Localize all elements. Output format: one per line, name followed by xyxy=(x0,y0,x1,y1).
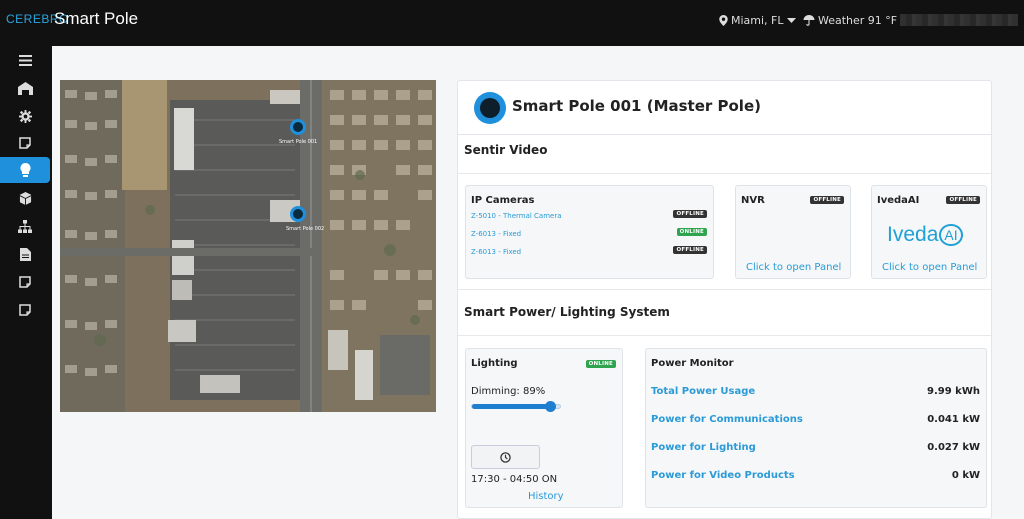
lightbulb-icon xyxy=(20,163,30,177)
status-badge: OFFLINE xyxy=(673,210,707,218)
nvr-card[interactable]: NVR OFFLINE Click to open Panel xyxy=(735,185,851,279)
network-icon xyxy=(18,219,32,233)
gear-icon xyxy=(18,109,32,123)
cube-icon xyxy=(19,191,31,205)
clock-icon xyxy=(500,451,511,463)
ivedaai-card[interactable]: IvedaAI OFFLINE Iveda AI Click to open P… xyxy=(871,185,987,279)
sidebar-item-settings[interactable] xyxy=(0,103,50,129)
open-panel-link[interactable]: Click to open Panel xyxy=(746,262,841,273)
schedule-button[interactable] xyxy=(471,445,540,469)
power-row-value: 9.99 kWh xyxy=(927,386,980,397)
map-pin-pole-1[interactable] xyxy=(290,119,306,135)
sidebar-item-devices[interactable] xyxy=(0,185,50,211)
app-title: Smart Pole xyxy=(54,9,139,28)
sidebar-item-network[interactable] xyxy=(0,213,50,239)
divider xyxy=(458,335,991,336)
sidebar-item-notes[interactable] xyxy=(0,130,50,156)
dimming-slider-fill xyxy=(472,404,551,409)
sidebar-item-notes-2[interactable] xyxy=(0,269,50,295)
lighting-title: Lighting xyxy=(471,358,518,369)
iveda-logo-ai: AI xyxy=(939,224,963,246)
status-badge: OFFLINE xyxy=(673,246,707,254)
map-imagery xyxy=(60,80,436,412)
status-badge: OFFLINE xyxy=(810,196,844,204)
sidebar-item-reports[interactable] xyxy=(0,241,50,267)
note-icon xyxy=(19,304,31,316)
ip-cameras-title: IP Cameras xyxy=(471,195,535,206)
camera-link[interactable]: Z-5010 - Thermal Camera xyxy=(471,212,562,220)
satellite-map[interactable]: Smart Pole 001 Smart Pole 002 xyxy=(60,80,436,412)
sidebar-item-lighting[interactable] xyxy=(0,157,50,183)
power-monitor-card: Power Monitor Total Power Usage 9.99 kWh… xyxy=(645,348,987,508)
nvr-title: NVR xyxy=(741,195,765,206)
dashboard-icon xyxy=(17,81,33,95)
umbrella-icon xyxy=(803,15,815,26)
menu-icon xyxy=(18,54,32,66)
power-row-label[interactable]: Power for Video Products xyxy=(651,470,795,481)
status-badge: ONLINE xyxy=(676,228,707,236)
caret-down-icon xyxy=(786,17,796,23)
dimming-slider[interactable] xyxy=(471,401,561,412)
sidebar-item-dashboard[interactable] xyxy=(0,75,50,101)
location-pin-icon xyxy=(719,15,728,26)
weather-label: Weather 91 °F xyxy=(818,14,898,27)
camera-link[interactable]: Z-6013 - Fixed xyxy=(471,248,521,256)
status-badge: ONLINE xyxy=(585,360,616,368)
location-label: Miami, FL xyxy=(731,14,784,27)
camera-link[interactable]: Z-6013 - Fixed xyxy=(471,230,521,238)
power-row-label[interactable]: Power for Lighting xyxy=(651,442,756,453)
dimming-slider-thumb[interactable] xyxy=(544,401,556,412)
weather-indicator: Weather 91 °F xyxy=(803,14,897,27)
power-section-title: Smart Power/ Lighting System xyxy=(464,305,670,319)
iveda-logo: Iveda AI xyxy=(887,223,963,247)
map-pin-pole-2[interactable] xyxy=(290,206,306,222)
sidebar-menu-toggle[interactable] xyxy=(0,47,50,73)
status-badge: OFFLINE xyxy=(946,196,980,204)
power-row-value: 0.041 kW xyxy=(927,414,980,425)
divider xyxy=(458,173,991,174)
video-section-title: Sentir Video xyxy=(464,143,548,157)
panel-header: Smart Pole 001 (Master Pole) xyxy=(458,81,991,135)
power-row-value: 0 kW xyxy=(951,470,980,481)
ivedaai-title: IvedaAI xyxy=(877,195,920,206)
history-link[interactable]: History xyxy=(528,491,564,502)
document-icon xyxy=(19,247,31,261)
power-row-label[interactable]: Power for Communications xyxy=(651,414,803,425)
pole-detail-panel: Smart Pole 001 (Master Pole) Sentir Vide… xyxy=(457,80,992,519)
lighting-schedule: 17:30 - 04:50 ON xyxy=(471,474,558,485)
sidebar xyxy=(0,46,52,519)
lighting-card: Lighting ONLINE Dimming: 89% 17:30 - 04:… xyxy=(465,348,623,508)
note-icon xyxy=(19,137,31,149)
ip-cameras-card: IP Cameras Z-5010 - Thermal Camera OFFLI… xyxy=(465,185,714,279)
iveda-logo-text: Iveda xyxy=(887,223,939,246)
smart-pole-icon xyxy=(474,92,506,124)
top-bar: CEREBRO Smart Pole Miami, FL Weather 91 … xyxy=(0,0,1024,46)
dimming-label: Dimming: 89% xyxy=(471,386,546,397)
location-selector[interactable]: Miami, FL xyxy=(719,14,796,27)
map-pin-label: Smart Pole 001 xyxy=(279,139,318,145)
sidebar-item-notes-3[interactable] xyxy=(0,297,50,323)
divider xyxy=(458,289,991,290)
pole-title: Smart Pole 001 (Master Pole) xyxy=(512,97,761,115)
user-menu[interactable] xyxy=(900,14,1018,26)
map-pin-label: Smart Pole 002 xyxy=(286,226,325,232)
power-row-value: 0.027 kW xyxy=(927,442,980,453)
power-monitor-title: Power Monitor xyxy=(651,358,734,369)
open-panel-link[interactable]: Click to open Panel xyxy=(882,262,977,273)
note-icon xyxy=(19,276,31,288)
power-row-label[interactable]: Total Power Usage xyxy=(651,386,755,397)
